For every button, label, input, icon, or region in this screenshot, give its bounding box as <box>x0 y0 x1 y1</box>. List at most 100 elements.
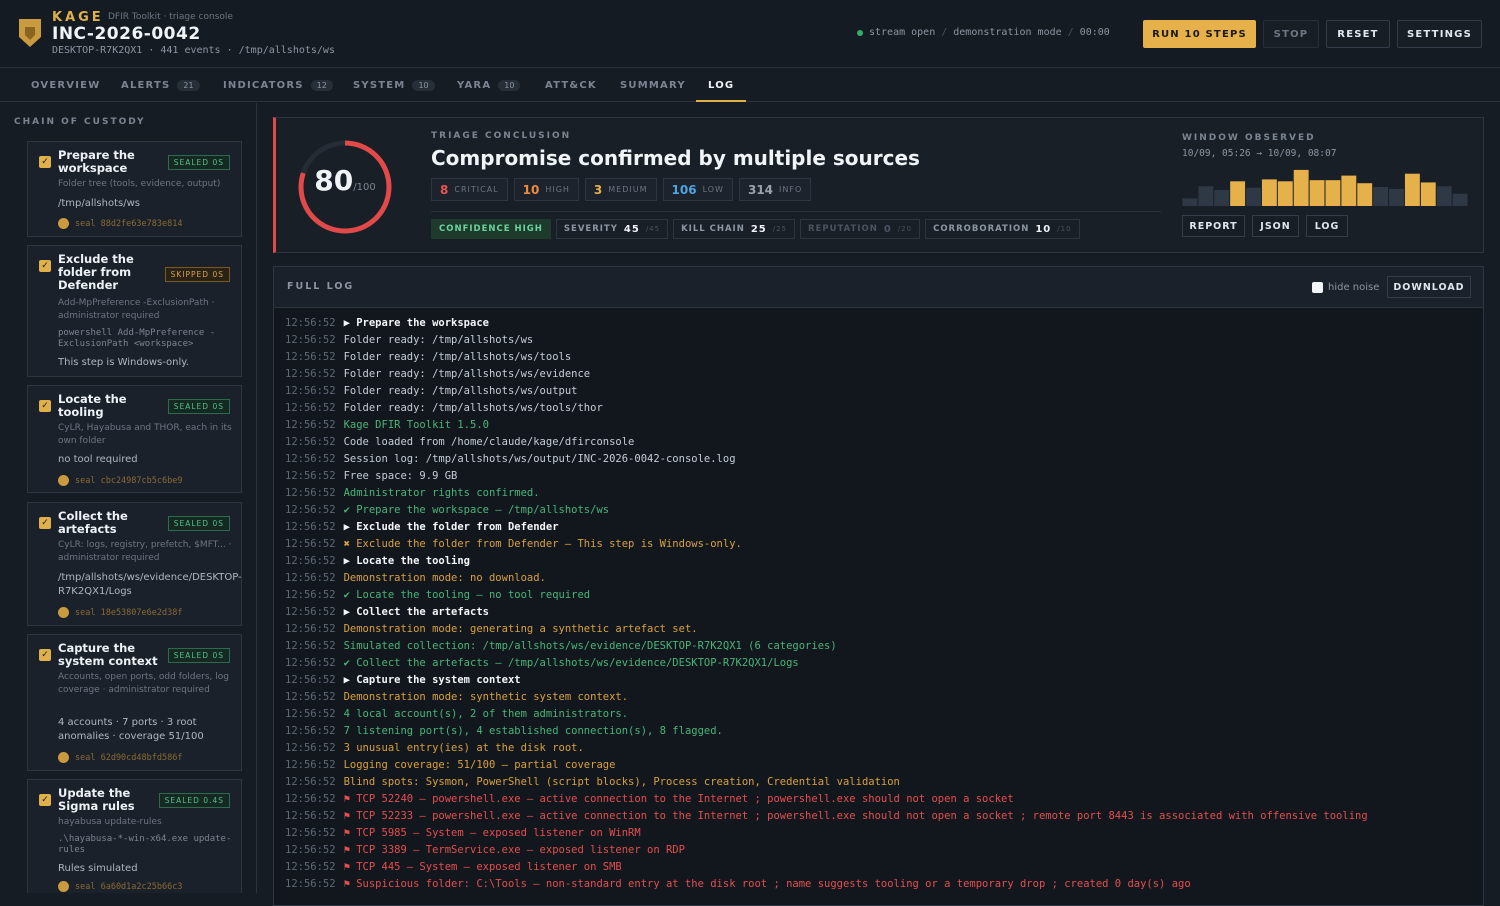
score-pill: SEVERITY 45/45 <box>555 219 669 239</box>
tab-log[interactable]: LOG <box>695 69 747 102</box>
step-command: powershell Add-MpPreference -ExclusionPa… <box>58 328 216 349</box>
log-message: ⚑ TCP 52240 — powershell.exe — active co… <box>343 793 1014 805</box>
checkbox-checked-icon[interactable]: ✓ <box>39 400 51 412</box>
log-button[interactable]: LOG <box>1306 215 1348 237</box>
log-line: 12:56:52 ▶ Locate the tooling <box>285 553 1475 570</box>
tab-attack[interactable]: ATT&CK <box>545 69 597 102</box>
score-number: 80 <box>314 164 354 197</box>
log-timestamp: 12:56:52 <box>285 827 336 839</box>
log-timestamp: 12:56:52 <box>285 402 336 414</box>
status-badge: SEALED 0S <box>167 516 230 531</box>
step-value: 4 accounts · 7 ports · 3 root anomalies … <box>58 717 204 742</box>
log-message: 3 unusual entry(ies) at the disk root. <box>343 742 584 754</box>
checkbox-icon[interactable] <box>1312 282 1323 293</box>
shield-logo-icon <box>19 19 41 47</box>
log-timestamp: 12:56:52 <box>285 589 336 601</box>
seal-hash: seal 6a60d1a2c25b66c3 <box>58 881 182 892</box>
status-badge: SEALED 0S <box>167 155 230 170</box>
severity-counter[interactable]: 314 INFO <box>738 178 812 201</box>
log-timestamp: 12:56:52 <box>285 725 336 737</box>
tab-yara[interactable]: YARA 10 <box>457 69 521 102</box>
step-card-collect[interactable]: ✓ Collect the artefacts SEALED 0S CyLR: … <box>27 502 242 626</box>
log-timestamp: 12:56:52 <box>285 419 336 431</box>
tab-count-badge: 12 <box>310 80 333 91</box>
log-line: 12:56:52 ⚑ TCP 5985 — System — exposed li… <box>285 825 1475 842</box>
tab-system[interactable]: SYSTEM 10 <box>353 69 435 102</box>
sidebar-title: CHAIN OF CUSTODY <box>14 117 146 127</box>
log-timestamp: 12:56:52 <box>285 776 336 788</box>
step-card-exclude[interactable]: ✓ Exclude the folder from Defender SKIPP… <box>27 245 242 377</box>
histogram-bar <box>1214 190 1230 206</box>
severity-count: 314 <box>747 182 774 197</box>
step-card-sigma[interactable]: ✓ Update the Sigma rules SEALED 0.4S hay… <box>27 779 242 893</box>
log-line: 12:56:52 ⚑ TCP 3389 — TermService.exe — e… <box>285 842 1475 859</box>
stop-button[interactable]: STOP <box>1263 20 1319 48</box>
download-button[interactable]: DOWNLOAD <box>1387 276 1471 298</box>
triage-conclusion-panel: 80/100 TRIAGE CONCLUSION Compromise conf… <box>273 117 1484 253</box>
json-button[interactable]: JSON <box>1252 215 1299 237</box>
reset-button[interactable]: RESET <box>1326 20 1390 48</box>
pill-label: CORROBORATION <box>933 224 1030 234</box>
log-timestamp: 12:56:52 <box>285 793 336 805</box>
log-message: ▶ Locate the tooling <box>343 555 471 567</box>
app-header: KAGE DFIR Toolkit · triage console INC-2… <box>0 0 1500 68</box>
histogram-bar <box>1452 193 1468 206</box>
log-line: 12:56:52 ▶ Exclude the folder from Defend… <box>285 519 1475 536</box>
log-line: 12:56:52 Folder ready: /tmp/allshots/ws/t… <box>285 349 1475 366</box>
log-message: Blind spots: Sysmon, PowerShell (script … <box>343 776 900 788</box>
log-timestamp: 12:56:52 <box>285 351 336 363</box>
tab-count-badge: 10 <box>412 80 435 91</box>
seal-label: seal 18e53807e6e2d38f <box>75 607 183 618</box>
step-card-prepare[interactable]: ✓ Prepare the workspace SEALED 0S Folder… <box>27 141 242 237</box>
checkbox-checked-icon[interactable]: ✓ <box>39 260 51 272</box>
log-line: 12:56:52 Code loaded from /home/claude/ka… <box>285 434 1475 451</box>
report-button[interactable]: REPORT <box>1182 215 1245 237</box>
log-line: 12:56:52 ✔ Collect the artefacts — /tmp/a… <box>285 655 1475 672</box>
log-line: 12:56:52 Folder ready: /tmp/allshots/ws/t… <box>285 400 1475 417</box>
log-timestamp: 12:56:52 <box>285 334 336 346</box>
log-message: Logging coverage: 51/100 — partial cover… <box>343 759 616 771</box>
severity-counter[interactable]: 8 CRITICAL <box>431 178 508 201</box>
checkbox-checked-icon[interactable]: ✓ <box>39 649 51 661</box>
tab-overview[interactable]: OVERVIEW <box>31 69 100 102</box>
histogram-bar <box>1420 182 1436 206</box>
log-timestamp: 12:56:52 <box>285 674 336 686</box>
log-line: 12:56:52 Free space: 9.9 GB <box>285 468 1475 485</box>
conclusion-title: Compromise confirmed by multiple sources <box>431 146 920 170</box>
checkbox-checked-icon[interactable]: ✓ <box>39 517 51 529</box>
log-message: ▶ Capture the system context <box>343 674 521 686</box>
run-steps-button[interactable]: RUN 10 STEPS <box>1143 20 1256 48</box>
step-value: /tmp/allshots/ws <box>58 198 140 209</box>
log-line: 12:56:52 Demonstration mode: generating a… <box>285 621 1475 638</box>
seal-icon <box>58 881 69 892</box>
severity-counter[interactable]: 10 HIGH <box>513 178 579 201</box>
severity-counter[interactable]: 106 LOW <box>662 178 733 201</box>
tab-label: INDICATORS <box>223 80 304 91</box>
checkbox-checked-icon[interactable]: ✓ <box>39 156 51 168</box>
log-message: ⚑ TCP 445 — System — exposed listener on… <box>343 861 622 873</box>
settings-button[interactable]: SETTINGS <box>1397 20 1482 48</box>
log-line: 12:56:52 ✖ Exclude the folder from Defend… <box>285 536 1475 553</box>
severity-counter[interactable]: 3 MEDIUM <box>584 178 657 201</box>
tab-summary[interactable]: SUMMARY <box>620 69 686 102</box>
tab-indicators[interactable]: INDICATORS 12 <box>223 69 333 102</box>
step-card-context[interactable]: ✓ Capture the system context SEALED 0S A… <box>27 634 242 771</box>
window-range: 10/09, 05:26 → 10/09, 08:07 <box>1182 148 1337 159</box>
log-header: FULL LOG hide noise DOWNLOAD <box>274 267 1483 308</box>
hide-noise-toggle[interactable]: hide noise <box>1312 282 1379 293</box>
step-card-locate[interactable]: ✓ Locate the tooling SEALED 0S CyLR, Hay… <box>27 385 242 493</box>
tab-alerts[interactable]: ALERTS 21 <box>121 69 200 102</box>
log-title: FULL LOG <box>287 281 355 292</box>
log-timestamp: 12:56:52 <box>285 640 336 652</box>
checkbox-checked-icon[interactable]: ✓ <box>39 794 51 806</box>
log-message: ✖ Exclude the folder from Defender — Thi… <box>343 538 742 550</box>
seal-label: seal 88d2fe63e783e814 <box>75 218 183 229</box>
step-title: Prepare the workspace <box>58 148 135 175</box>
log-timestamp: 12:56:52 <box>285 317 336 329</box>
log-line: 12:56:52 7 listening port(s), 4 establish… <box>285 723 1475 740</box>
step-description: Folder tree (tools, evidence, output) <box>58 179 221 189</box>
log-line: 12:56:52 ▶ Collect the artefacts <box>285 604 1475 621</box>
pill-value: 45 <box>623 223 640 235</box>
histogram-bar <box>1198 186 1214 206</box>
step-value: This step is Windows-only. <box>58 357 189 368</box>
